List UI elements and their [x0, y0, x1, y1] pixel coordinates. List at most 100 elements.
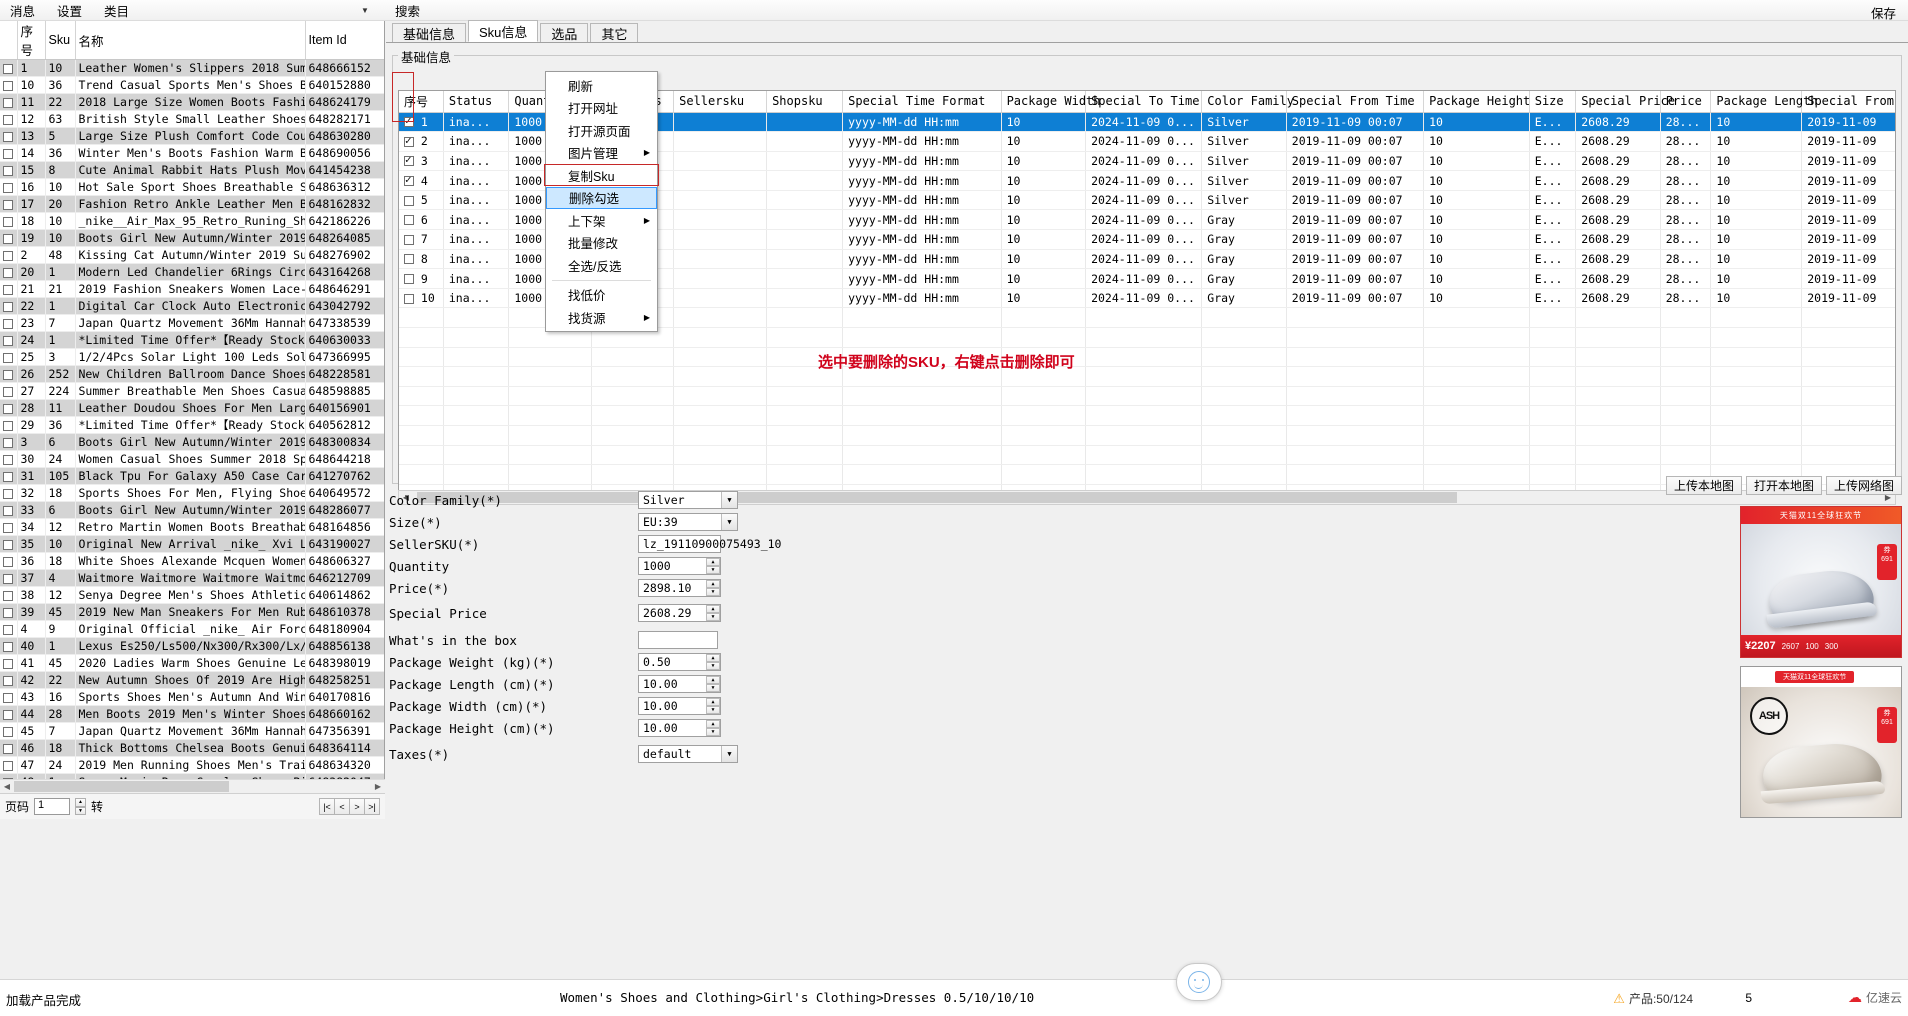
context-menu-item-9[interactable]: 全选/反选	[546, 254, 657, 277]
form-input-4[interactable]: 2898.10 ▲ ▼	[638, 579, 721, 597]
row-checkbox[interactable]	[3, 369, 13, 380]
table-row[interactable]: 3218Sports Shoes For Men, Flying Shoes F…	[0, 484, 384, 502]
row-checkbox[interactable]	[3, 624, 13, 635]
nav-next-button[interactable]: >	[349, 798, 365, 815]
table-row[interactable]: 21212019 Fashion Sneakers Women Lace-Up …	[0, 280, 384, 298]
row-checkbox-cell[interactable]	[0, 93, 18, 111]
table-row[interactable]: 11222018 Large Size Women Boots Fashion …	[0, 93, 384, 111]
row-checkbox-cell[interactable]	[0, 620, 18, 638]
row-checkbox-cell[interactable]	[0, 722, 18, 740]
row-checkbox[interactable]	[3, 97, 13, 108]
table-row[interactable]: 4428Men Boots 2019 Men's Winter Shoes Fa…	[0, 705, 384, 723]
table-row[interactable]: 1036Trend Casual Sports Men's Shoes Brea…	[0, 76, 384, 94]
sku-header-10[interactable]: Special From Time	[1286, 91, 1425, 113]
chevron-down-icon[interactable]: ▼	[721, 746, 737, 762]
form-input-0[interactable]: Silver ▼	[638, 491, 738, 509]
tab-2[interactable]: Sku信息	[468, 20, 539, 42]
table-row[interactable]: 49Original Official _nike_ Air Force 1 '…	[0, 620, 384, 638]
row-checkbox-cell[interactable]	[0, 246, 18, 264]
row-checkbox-cell[interactable]	[0, 263, 18, 281]
sku-header-12[interactable]: Size	[1529, 91, 1577, 113]
row-checkbox-cell[interactable]	[0, 603, 18, 621]
sku-header-11[interactable]: Package Height	[1423, 91, 1530, 113]
sku-header-4[interactable]: Sellersku	[673, 91, 768, 113]
table-row[interactable]: 1436Winter Men's Boots Fashion Warm Boot…	[0, 144, 384, 162]
spinner-control[interactable]: ▲ ▼	[706, 720, 720, 736]
row-checkbox-cell[interactable]	[0, 144, 18, 162]
sku-row-checkbox[interactable]	[404, 234, 414, 245]
upload-local-image-button[interactable]: 上传本地图	[1665, 476, 1742, 495]
sku-row-checkbox-cell[interactable]: 4	[399, 170, 444, 191]
row-checkbox-cell[interactable]	[0, 399, 18, 417]
row-checkbox-cell[interactable]	[0, 127, 18, 145]
table-row[interactable]: 1610Hot Sale Sport Shoes Breathable Slip…	[0, 178, 384, 196]
sku-header-14[interactable]: Price	[1660, 91, 1712, 113]
row-checkbox-cell[interactable]	[0, 331, 18, 349]
row-checkbox[interactable]	[3, 573, 13, 584]
table-row[interactable]: 3024Women Casual Shoes Summer 2018 Sprin…	[0, 450, 384, 468]
nav-last-button[interactable]: >|	[364, 798, 380, 815]
row-checkbox-cell[interactable]	[0, 654, 18, 672]
row-checkbox-cell[interactable]	[0, 518, 18, 536]
row-checkbox-cell[interactable]	[0, 416, 18, 434]
sku-row-checkbox[interactable]	[404, 195, 414, 206]
row-checkbox-cell[interactable]	[0, 280, 18, 298]
spinner-control[interactable]: ▲ ▼	[706, 676, 720, 692]
chevron-down-icon[interactable]: ▼	[721, 514, 737, 530]
page-input[interactable]: 1	[34, 798, 71, 815]
row-checkbox[interactable]	[3, 522, 13, 533]
context-menu[interactable]: 刷新 打开网址 打开源页面 图片管理 ▶ 复制Sku 删除勾选 上下架 ▶ 批量修改 全选/反选 找低…	[545, 71, 658, 332]
row-checkbox-cell[interactable]	[0, 637, 18, 655]
table-row[interactable]: 237Japan Quartz Movement 36Mm Hannah Mar…	[0, 314, 384, 332]
form-input-6[interactable]	[638, 631, 718, 649]
sku-row-checkbox-cell[interactable]: 8	[399, 249, 444, 270]
row-checkbox-cell[interactable]	[0, 756, 18, 774]
table-row[interactable]: 36Boots Girl New Autumn/Winter 2019 Mart…	[0, 433, 384, 451]
row-checkbox[interactable]	[3, 454, 13, 465]
table-row[interactable]: 336Boots Girl New Autumn/Winter 2019 Mar…	[0, 501, 384, 519]
table-row[interactable]: 2811Leather Doudou Shoes For Men Large S…	[0, 399, 384, 417]
page-stepper[interactable]: ▲ ▼	[75, 798, 87, 815]
table-row[interactable]: 241*Limited Time Offer*【Ready Stock】Orig…	[0, 331, 384, 349]
spinner-control[interactable]: ▲ ▼	[706, 654, 720, 670]
header-name[interactable]: 名称	[75, 21, 306, 60]
row-checkbox[interactable]	[3, 267, 13, 278]
sku-header-1[interactable]: Status	[443, 91, 510, 113]
row-checkbox-cell[interactable]	[0, 484, 18, 502]
sku-row-checkbox[interactable]	[404, 173, 414, 187]
row-checkbox-cell[interactable]	[0, 671, 18, 689]
row-checkbox[interactable]	[3, 63, 13, 74]
upload-network-image-button[interactable]: 上传网络图	[1825, 476, 1902, 495]
row-checkbox[interactable]	[3, 607, 13, 618]
row-checkbox-cell[interactable]	[0, 365, 18, 383]
row-checkbox-cell[interactable]	[0, 433, 18, 451]
product-list-hscrollbar[interactable]: ◀ ▶	[0, 779, 385, 793]
row-checkbox[interactable]	[3, 114, 13, 125]
sku-row-checkbox-cell[interactable]: 1	[399, 112, 444, 133]
form-input-2[interactable]: lz_19110900075493_10	[638, 535, 781, 553]
menu-item-settings[interactable]: 设置	[53, 0, 86, 22]
sku-row-checkbox-cell[interactable]: 5	[399, 190, 444, 211]
open-local-image-button[interactable]: 打开本地图	[1745, 476, 1822, 495]
form-input-1[interactable]: EU:39 ▼	[638, 513, 738, 531]
row-checkbox-cell[interactable]	[0, 348, 18, 366]
table-row[interactable]: 158Cute Animal Rabbit Hats Plush Moving …	[0, 161, 384, 179]
row-checkbox-cell[interactable]	[0, 110, 18, 128]
sku-row-checkbox[interactable]	[404, 134, 414, 147]
context-menu-item-2[interactable]: 打开网址	[546, 97, 657, 120]
sku-header-15[interactable]: Package Length	[1710, 91, 1818, 113]
tab-1[interactable]: 基础信息	[392, 23, 467, 42]
row-checkbox-cell[interactable]	[0, 705, 18, 723]
table-row[interactable]: 221Digital Car Clock Auto Electronic Wat…	[0, 297, 384, 315]
row-checkbox[interactable]	[3, 658, 13, 669]
row-checkbox-cell[interactable]	[0, 739, 18, 757]
row-checkbox-cell[interactable]	[0, 195, 18, 213]
product-image-1[interactable]: 天猫双11全球狂欢节 券 691 ¥2207 2607 100 300	[1740, 506, 1902, 658]
row-checkbox-cell[interactable]	[0, 59, 18, 77]
row-checkbox[interactable]	[3, 233, 13, 244]
sku-row-checkbox[interactable]	[404, 254, 414, 265]
table-row[interactable]: 248Kissing Cat Autumn/Winter 2019 Suede …	[0, 246, 384, 264]
scroll-track[interactable]	[14, 780, 371, 793]
table-row[interactable]: 2936*Limited Time Offer*【Ready Stock】Ori…	[0, 416, 384, 434]
form-input-11[interactable]: default ▼	[638, 745, 738, 763]
